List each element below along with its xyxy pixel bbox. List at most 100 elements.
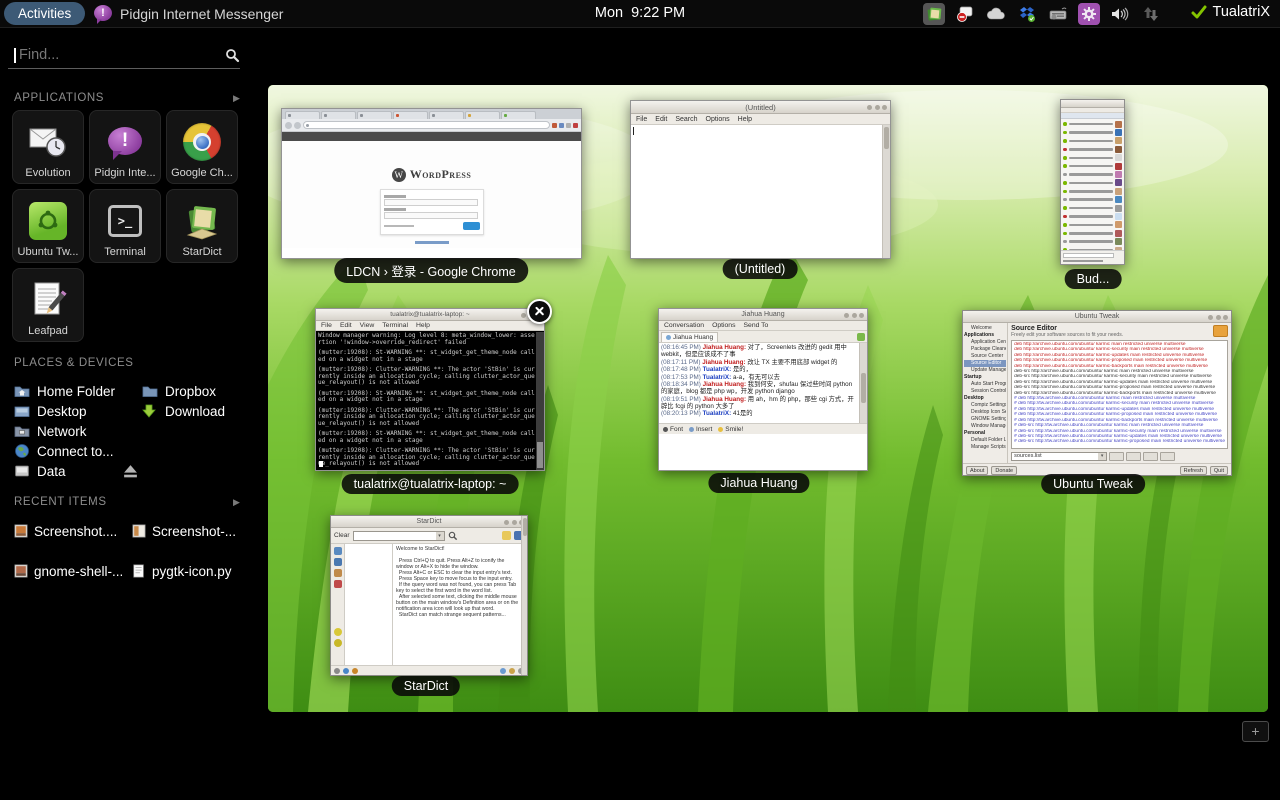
menu-item[interactable]: File (321, 322, 332, 329)
tweak-nav-item[interactable]: Source Editor (964, 360, 1006, 367)
toolbar-button[interactable] (1109, 452, 1124, 461)
tweak-nav-item[interactable]: Package Cleaner (964, 346, 1006, 353)
recent-screenshot-2[interactable]: Screenshot-... (132, 522, 236, 540)
refresh-button[interactable]: Refresh (1180, 466, 1207, 475)
menu-item[interactable]: Edit (655, 116, 667, 123)
scrollbar[interactable] (536, 332, 544, 470)
window-stardict[interactable]: StarDict Clear ▾ Welcome (330, 515, 528, 676)
app-evolution[interactable]: Evolution (12, 110, 84, 184)
window-ubuntu-tweak[interactable]: Ubuntu Tweak WelcomeApplicationsApplicat… (962, 310, 1232, 476)
window-conversation[interactable]: Jiahua Huang ConversationOptionsSend To … (658, 308, 868, 471)
status-selector[interactable] (1061, 250, 1124, 264)
gear-icon[interactable] (1078, 3, 1100, 25)
buddy-row[interactable] (1063, 162, 1122, 170)
tweak-nav-item[interactable]: Window Manager ... (964, 423, 1006, 430)
tweak-nav-item[interactable]: Manage Scripts (964, 444, 1006, 451)
message-input[interactable] (659, 434, 867, 461)
text-area[interactable] (631, 125, 890, 259)
activities-button[interactable]: Activities (4, 2, 85, 25)
tweak-nav-item[interactable]: Session Control (964, 388, 1006, 395)
toolbar-button[interactable] (1143, 452, 1158, 461)
tweak-nav-item[interactable]: Auto Start Programs (964, 381, 1006, 388)
menu-item[interactable]: Options (712, 322, 735, 329)
quit-button[interactable]: Quit (1210, 466, 1228, 475)
keyboard-icon[interactable] (1047, 3, 1069, 25)
about-button[interactable]: About (966, 466, 988, 475)
buddy-row[interactable] (1063, 128, 1122, 136)
buddy-row[interactable] (1063, 120, 1122, 128)
buddy-row[interactable] (1063, 212, 1122, 220)
tweak-nav-item[interactable]: Applications (964, 332, 1006, 339)
buddy-row[interactable] (1063, 145, 1122, 153)
terminal-output[interactable]: Window manager warning: Log level 8: met… (316, 331, 544, 470)
search-input[interactable]: Find... (8, 42, 240, 69)
net-dict-icon[interactable] (500, 668, 506, 674)
pidgin-status-icon[interactable] (954, 3, 976, 25)
network-updown-icon[interactable] (1140, 3, 1162, 25)
menu-item[interactable]: File (636, 116, 647, 123)
buddy-row[interactable] (1063, 237, 1122, 245)
word-list[interactable] (345, 544, 393, 665)
toolbar-button[interactable] (1126, 452, 1141, 461)
menu-item[interactable]: Terminal (382, 322, 408, 329)
menu-item[interactable]: Help (416, 322, 430, 329)
buddy-row[interactable] (1063, 196, 1122, 204)
tweak-nav-item[interactable]: Update Manager (964, 367, 1006, 374)
place-home-folder[interactable]: Home Folder (14, 382, 115, 400)
cloud-icon[interactable] (985, 3, 1007, 25)
buddy-row[interactable] (1063, 179, 1122, 187)
tweak-nav-item[interactable]: Compiz Settings (964, 402, 1006, 409)
tweak-nav-item[interactable]: Default Folder Loc... (964, 437, 1006, 444)
add-workspace-button[interactable]: + (1242, 721, 1269, 742)
recent-gnome-shell[interactable]: gnome-shell-... (14, 562, 123, 580)
app-stardict[interactable]: StarDict (166, 189, 238, 263)
buddy-row[interactable] (1063, 137, 1122, 145)
tweak-nav-item[interactable]: Personal (964, 430, 1006, 437)
place-data[interactable]: Data (14, 462, 66, 480)
place-connect-to[interactable]: Connect to... (14, 442, 114, 460)
chat-log[interactable]: (08:16:45 PM) Jiahua Huang: 对了，Screenlet… (659, 343, 867, 423)
menu-item[interactable]: Help (738, 116, 752, 123)
app-ubuntu-tweak[interactable]: Ubuntu Tw... (12, 189, 84, 263)
scan-icon[interactable] (334, 668, 340, 674)
tweak-nav-item[interactable]: Desktop (964, 395, 1006, 402)
search-icon[interactable] (448, 531, 458, 541)
recent-screenshot-1[interactable]: Screenshot.... (14, 522, 117, 540)
app-google-chrome[interactable]: Google Ch... (166, 110, 238, 184)
menu-item[interactable]: Conversation (664, 322, 704, 329)
smile-button[interactable]: Smile! (718, 426, 743, 433)
place-desktop[interactable]: Desktop (14, 402, 87, 420)
stardict-tray-icon[interactable] (923, 3, 945, 25)
tweak-nav-item[interactable]: Source Center (964, 353, 1006, 360)
back-icon[interactable] (334, 547, 342, 555)
smiley-icon[interactable] (334, 639, 342, 647)
conversation-tab[interactable]: Jiahua Huang (661, 332, 718, 342)
window-terminal[interactable]: tualatrix@tualatrix-laptop: ~ FileEditVi… (315, 308, 545, 471)
clear-button[interactable]: Clear (334, 532, 350, 539)
app-leafpad[interactable]: Leafpad (12, 268, 84, 342)
eject-icon[interactable] (122, 463, 139, 480)
buddy-row[interactable] (1063, 204, 1122, 212)
history-icon[interactable] (334, 558, 342, 566)
menu-item[interactable]: Send To (744, 322, 769, 329)
focused-app-indicator[interactable]: ! Pidgin Internet Messenger (94, 0, 283, 28)
menu-item[interactable]: Search (675, 116, 697, 123)
place-dropbox[interactable]: Dropbox (142, 382, 216, 400)
menu-item[interactable]: Options (706, 116, 730, 123)
window-untitled-editor[interactable]: (Untitled) FileEditSearchOptionsHelp (630, 100, 891, 259)
smiley-icon[interactable] (334, 628, 342, 636)
toolbar-button[interactable] (1160, 452, 1175, 461)
user-menu[interactable]: TualatriX (1191, 4, 1270, 20)
quit-icon[interactable] (352, 668, 358, 674)
app-pidgin[interactable]: ! Pidgin Inte... (89, 110, 161, 184)
buddy-row[interactable] (1063, 154, 1122, 162)
query-input[interactable]: ▾ (353, 531, 445, 541)
window-google-chrome[interactable]: W WordPress (281, 108, 582, 259)
insert-button[interactable]: Insert (689, 426, 712, 433)
scrollbar[interactable] (882, 125, 890, 259)
place-download[interactable]: Download (142, 402, 225, 420)
translate-icon[interactable] (334, 569, 342, 577)
buddy-row[interactable] (1063, 187, 1122, 195)
menu-item[interactable]: View (360, 322, 375, 329)
buddy-row[interactable] (1063, 221, 1122, 229)
